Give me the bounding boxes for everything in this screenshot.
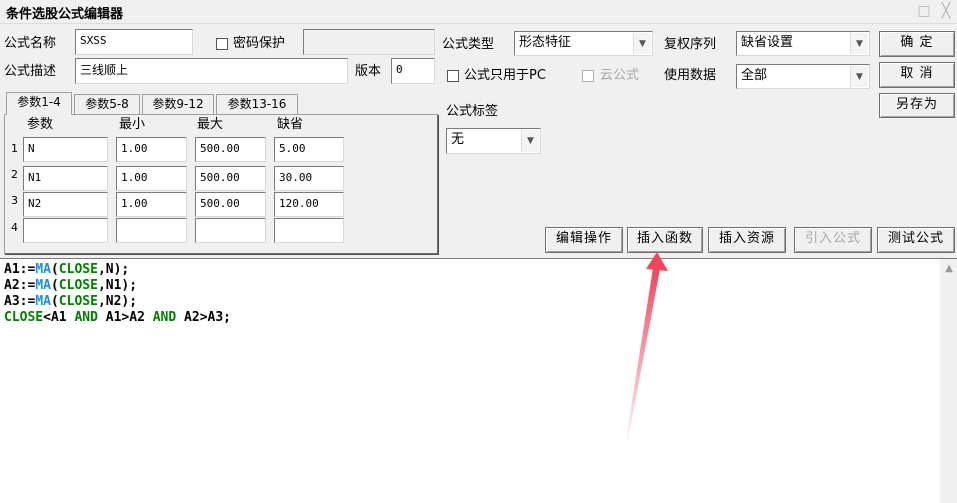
tab-params-1-4[interactable]: 参数1-4 [6,92,72,115]
annotation-arrow-icon [626,252,668,440]
